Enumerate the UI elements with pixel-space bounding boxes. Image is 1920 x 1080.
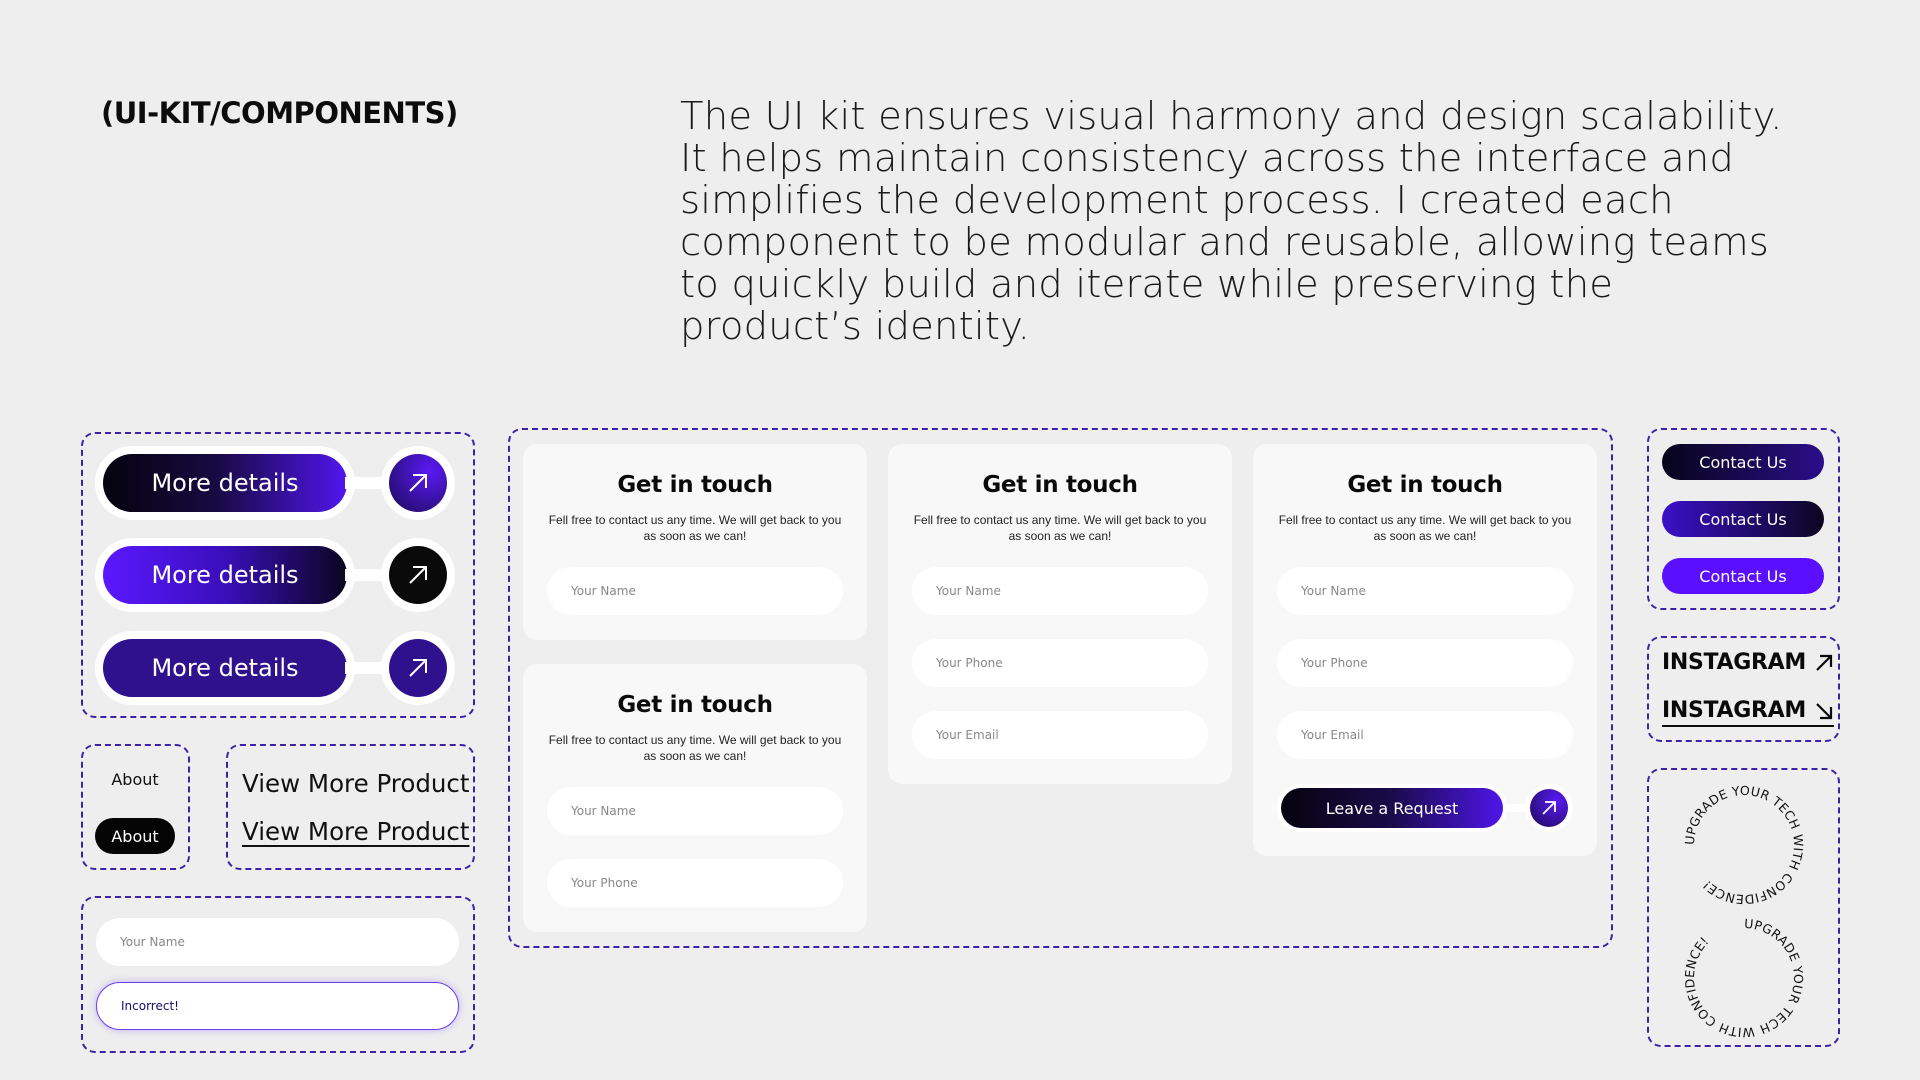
arrow-up-right-icon <box>1816 654 1833 671</box>
connector <box>345 662 381 674</box>
arrow-up-right-icon <box>409 659 427 677</box>
icon-outline <box>381 446 455 520</box>
more-details-variant-2: More details <box>95 538 455 612</box>
more-details-button[interactable]: More details <box>103 639 347 697</box>
leave-request-arrow-button[interactable] <box>1530 789 1568 827</box>
badge-text: UPGRADE YOUR TECH WITH CONFIDENCE! <box>1682 916 1806 1040</box>
instagram-link-underlined[interactable]: INSTAGRAM <box>1662 698 1834 727</box>
arrow-up-right-icon <box>409 566 427 584</box>
card-subtitle: Fell free to contact us any time. We wil… <box>548 513 842 543</box>
card-title: Get in touch <box>617 692 773 718</box>
arrow-down-right-icon <box>1816 702 1833 719</box>
card-subtitle: Fell free to contact us any time. We wil… <box>548 733 842 763</box>
leave-request-outline: Leave a Request <box>1277 784 1507 832</box>
rotating-badge-1: UPGRADE YOUR TECH WITH CONFIDENCE! <box>1682 783 1806 907</box>
more-details-button[interactable]: More details <box>103 546 347 604</box>
card-title: Get in touch <box>617 472 773 498</box>
svg-text:UPGRADE YOUR TECH WITH CONFIDE: UPGRADE YOUR TECH WITH CONFIDENCE! <box>1682 783 1806 907</box>
email-input[interactable]: Your Email <box>912 711 1208 759</box>
view-more-group <box>226 744 475 870</box>
contact-card-full: Get in touch Fell free to contact us any… <box>1253 444 1597 856</box>
arrow-up-right-icon <box>1542 801 1556 815</box>
card-subtitle: Fell free to contact us any time. We wil… <box>1278 513 1572 543</box>
name-input[interactable]: Your Name <box>547 567 843 615</box>
name-input[interactable]: Your Name <box>96 918 459 966</box>
arrow-button[interactable] <box>389 454 447 512</box>
phone-input[interactable]: Your Phone <box>547 859 843 907</box>
more-details-variant-3: More details <box>95 631 455 705</box>
arrow-button[interactable] <box>389 546 447 604</box>
contact-us-button[interactable]: Contact Us <box>1662 444 1824 480</box>
card-title: Get in touch <box>1347 472 1503 498</box>
page-title: (UI-KIT/COMPONENTS) <box>101 96 458 130</box>
contact-card-large: Get in touch Fell free to contact us any… <box>888 444 1232 784</box>
icon-outline <box>1525 784 1573 832</box>
contact-card-medium: Get in touch Fell free to contact us any… <box>523 664 867 932</box>
card-subtitle: Fell free to contact us any time. We wil… <box>913 513 1207 543</box>
about-button-plain[interactable]: About <box>92 764 178 794</box>
icon-outline <box>381 538 455 612</box>
icon-outline <box>381 631 455 705</box>
about-button-filled[interactable]: About <box>95 818 175 854</box>
view-more-link-underlined[interactable]: View More Product <box>242 817 469 846</box>
connector <box>345 477 381 489</box>
instagram-label: INSTAGRAM <box>1662 650 1806 675</box>
instagram-link[interactable]: INSTAGRAM <box>1662 650 1834 675</box>
badge-text: UPGRADE YOUR TECH WITH CONFIDENCE! <box>1682 783 1806 907</box>
rotating-badge-2: UPGRADE YOUR TECH WITH CONFIDENCE! <box>1682 916 1806 1040</box>
page-description: The UI kit ensures visual harmony and de… <box>680 94 1783 349</box>
name-input[interactable]: Your Name <box>912 567 1208 615</box>
instagram-label: INSTAGRAM <box>1662 698 1806 723</box>
contact-us-button[interactable]: Contact Us <box>1662 558 1824 594</box>
phone-input[interactable]: Your Phone <box>1277 639 1573 687</box>
arrow-button[interactable] <box>389 639 447 697</box>
email-input[interactable]: Your Email <box>1277 711 1573 759</box>
svg-text:UPGRADE YOUR TECH WITH CONFIDE: UPGRADE YOUR TECH WITH CONFIDENCE! <box>1682 916 1806 1040</box>
leave-request-button[interactable]: Leave a Request <box>1281 788 1503 828</box>
phone-input[interactable]: Your Phone <box>912 639 1208 687</box>
view-more-link[interactable]: View More Product <box>242 769 469 798</box>
error-input[interactable]: Incorrect! <box>96 982 459 1030</box>
contact-card-small: Get in touch Fell free to contact us any… <box>523 444 867 640</box>
name-input[interactable]: Your Name <box>547 787 843 835</box>
arrow-up-right-icon <box>409 474 427 492</box>
card-title: Get in touch <box>982 472 1138 498</box>
name-input[interactable]: Your Name <box>1277 567 1573 615</box>
connector <box>345 569 381 581</box>
more-details-button[interactable]: More details <box>103 454 347 512</box>
contact-us-button[interactable]: Contact Us <box>1662 501 1824 537</box>
more-details-variant-1: More details <box>95 446 455 520</box>
